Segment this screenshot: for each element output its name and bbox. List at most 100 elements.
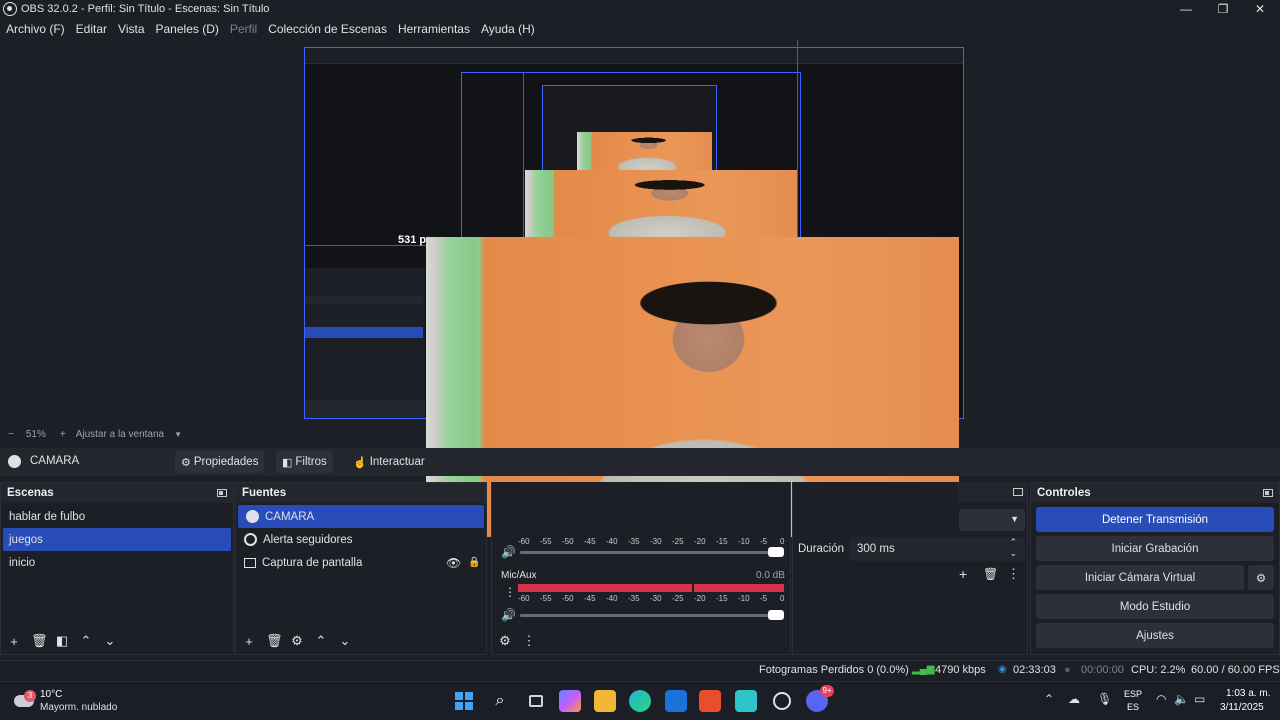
- speaker-icon[interactable]: 🔊: [501, 545, 516, 559]
- start-virtual-camera-button[interactable]: Iniciar Cámara Virtual: [1036, 565, 1244, 590]
- virtual-camera-settings-button[interactable]: ⚙: [1248, 565, 1274, 590]
- interact-button[interactable]: ☝ Interactuar: [347, 451, 431, 473]
- outlook-icon[interactable]: [665, 690, 687, 712]
- language-top[interactable]: ESP: [1124, 689, 1142, 699]
- chevron-down-icon[interactable]: ▼: [174, 430, 182, 439]
- menu-view[interactable]: Vista: [118, 22, 144, 36]
- battery-icon[interactable]: ▭: [1194, 692, 1205, 706]
- bitrate: 4790 kbps: [935, 664, 986, 676]
- language-bottom[interactable]: ES: [1127, 702, 1139, 712]
- filter-icon[interactable]: ◧: [55, 633, 69, 649]
- fit-to-window[interactable]: Ajustar a la ventana: [76, 429, 164, 440]
- move-up-icon[interactable]: ⌃: [314, 633, 328, 649]
- undock-icon[interactable]: [217, 489, 227, 497]
- zoom-in-button[interactable]: +: [60, 429, 66, 440]
- volume-icon[interactable]: 🔈: [1174, 692, 1189, 706]
- duration-label: Duración: [798, 543, 845, 555]
- menu-profile[interactable]: Perfil: [230, 22, 257, 36]
- mic-volume-slider-handle[interactable]: [768, 610, 784, 620]
- task-view-icon[interactable]: [525, 690, 547, 712]
- scene-item[interactable]: hablar de fulbo: [1, 505, 233, 528]
- menu-dots-icon[interactable]: ⋮: [1007, 566, 1020, 582]
- menu-help[interactable]: Ayuda (H): [481, 22, 535, 36]
- stop-stream-button[interactable]: Detener Transmisión: [1036, 507, 1274, 532]
- clock-time[interactable]: 1:03 a. m.: [1226, 688, 1270, 699]
- properties-button[interactable]: ⚙ Propiedades: [175, 451, 265, 473]
- visibility-eye-icon[interactable]: 👁: [446, 556, 461, 570]
- menu-file[interactable]: Archivo (F): [6, 22, 65, 36]
- add-scene-button[interactable]: +: [7, 634, 21, 649]
- menu-edit[interactable]: Editar: [76, 22, 107, 36]
- obs-taskbar-icon[interactable]: [771, 690, 793, 712]
- start-recording-button[interactable]: Iniciar Grabación: [1036, 536, 1274, 561]
- microphone-icon[interactable]: 🎙: [1097, 692, 1112, 706]
- source-item[interactable]: Alerta seguidores: [236, 528, 486, 551]
- zoom-out-button[interactable]: −: [8, 429, 14, 440]
- discord-icon[interactable]: 9+: [806, 685, 834, 712]
- clock-date[interactable]: 3/11/2025: [1220, 702, 1264, 713]
- studio-mode-button[interactable]: Modo Estudio: [1036, 594, 1274, 619]
- settings-button[interactable]: Ajustes: [1036, 623, 1274, 648]
- filters-button[interactable]: ◧ Filtros: [276, 451, 333, 473]
- zoom-value: 51%: [25, 428, 46, 440]
- camera-icon: [246, 510, 259, 523]
- close-button[interactable]: ✕: [1242, 0, 1278, 18]
- file-explorer-icon[interactable]: [594, 690, 616, 712]
- maximize-button[interactable]: ❐: [1205, 0, 1241, 18]
- notepad-icon[interactable]: [735, 690, 757, 712]
- undock-icon[interactable]: [1263, 489, 1273, 497]
- source-item-selected[interactable]: CAMARA: [238, 505, 484, 528]
- audio-mixer-dock: -60 -55 -50 -45 -40 -35 -30 -25 -20 -15 -10 -5 0 🔊 M…: [491, 482, 791, 655]
- gear-icon[interactable]: ⚙: [498, 633, 512, 649]
- move-down-icon[interactable]: ⌄: [338, 633, 352, 649]
- source-item[interactable]: Captura de pantalla 👁 🔒: [236, 551, 486, 574]
- filter-icon: ◧: [282, 456, 293, 469]
- chevron-up-icon[interactable]: ⌃: [1044, 692, 1054, 706]
- menu-dots-icon[interactable]: ⋮: [504, 585, 516, 599]
- add-transition-button[interactable]: +: [959, 566, 967, 582]
- preview-canvas[interactable]: 531 px: [0, 40, 1280, 537]
- scenes-title: Escenas: [7, 487, 54, 499]
- trash-icon[interactable]: 🗑: [983, 567, 998, 581]
- brave-icon[interactable]: [699, 690, 721, 712]
- chevron-up-icon[interactable]: ⌃: [1009, 537, 1017, 548]
- scene-item[interactable]: inicio: [1, 551, 233, 574]
- scene-item-selected[interactable]: juegos: [3, 528, 231, 551]
- undock-icon[interactable]: [1013, 488, 1023, 496]
- record-status-icon: ●: [1064, 664, 1071, 676]
- gear-icon[interactable]: ⚙: [290, 633, 304, 649]
- volume-slider-handle[interactable]: [768, 547, 784, 557]
- camera-icon: [8, 455, 21, 468]
- wifi-icon[interactable]: ◠: [1156, 692, 1166, 706]
- source-label: Alerta seguidores: [263, 533, 353, 546]
- add-source-button[interactable]: +: [242, 634, 256, 649]
- volume-slider[interactable]: [520, 551, 776, 554]
- search-icon[interactable]: ⌕: [489, 690, 511, 712]
- transition-select[interactable]: ▼: [959, 509, 1025, 531]
- weather-desc: Mayorm. nublado: [40, 702, 118, 713]
- guide-line: [523, 73, 524, 239]
- audio-meter: [518, 584, 784, 592]
- mic-volume-slider[interactable]: [520, 614, 776, 617]
- move-down-icon[interactable]: ⌄: [103, 633, 117, 649]
- chevron-down-icon[interactable]: ⌄: [1009, 548, 1017, 559]
- trash-icon[interactable]: 🗑: [266, 633, 283, 649]
- nested-taskbar: [305, 400, 425, 418]
- source-toolbar: CAMARA ⚙ Propiedades ◧ Filtros ☝ Interac…: [0, 448, 1280, 476]
- windows-start-icon[interactable]: [453, 690, 475, 712]
- menu-scene-collection[interactable]: Colección de Escenas: [268, 22, 387, 36]
- edge-icon[interactable]: [629, 690, 651, 712]
- speaker-icon[interactable]: 🔊: [501, 608, 516, 622]
- menu-tools[interactable]: Herramientas: [398, 22, 470, 36]
- copilot-icon[interactable]: [559, 690, 581, 712]
- meter-scale: -60 -55 -50 -45 -40 -35 -30 -25 -20 -15 -10 -5 0: [518, 537, 785, 546]
- onedrive-cloud-icon[interactable]: ☁: [1068, 692, 1080, 706]
- minimize-button[interactable]: —: [1168, 0, 1204, 18]
- menu-dots-icon[interactable]: ⋮: [522, 633, 536, 649]
- trash-icon[interactable]: 🗑: [31, 633, 48, 649]
- lock-icon[interactable]: 🔒: [468, 557, 480, 568]
- weather-icon[interactable]: 3: [14, 690, 36, 712]
- menu-docks[interactable]: Paneles (D): [156, 22, 219, 36]
- move-up-icon[interactable]: ⌃: [79, 633, 93, 649]
- duration-spinbox[interactable]: 300 ms ⌃ ⌄: [849, 537, 1025, 561]
